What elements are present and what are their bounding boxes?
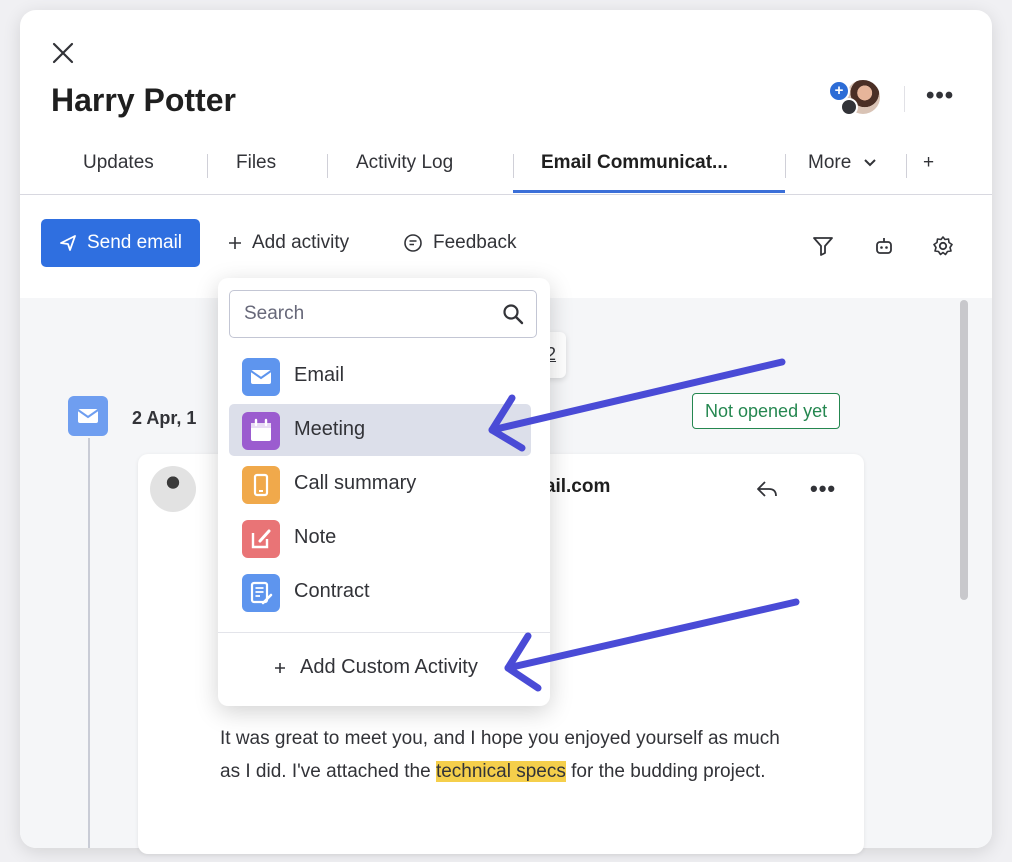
feedback-label: Feedback [433,232,517,253]
chevron-down-icon [863,159,876,167]
reply-icon[interactable] [755,478,779,500]
tab-separator [207,154,208,178]
paper-plane-icon [60,235,76,251]
chat-bubble-icon [404,234,422,252]
menu-item-contract[interactable]: Contract [229,566,531,618]
menu-item-label: Meeting [294,418,366,440]
timeline-line [88,438,90,848]
menu-item-email[interactable]: Email [229,350,531,402]
tab-separator [785,154,786,178]
highlighted-text: technical specs [435,761,566,782]
email-more-icon[interactable]: ••• [810,476,836,502]
menu-item-label: Contract [294,580,370,602]
header-divider [904,86,905,112]
tab-separator [513,154,514,178]
phone-icon [242,466,280,504]
tab-more-label: More [808,152,852,173]
calendar-icon [242,412,280,450]
gear-icon[interactable] [931,234,955,258]
more-horizontal-icon[interactable]: ••• [926,82,960,109]
page-title: Harry Potter [51,82,236,118]
search-box [229,290,537,338]
tab-files[interactable]: Files [236,152,276,174]
send-email-label: Send email [86,232,183,253]
email-activity-icon [68,396,108,436]
send-email-button[interactable]: Send email [41,219,200,267]
feedback-button[interactable]: Feedback [403,232,516,254]
close-icon[interactable] [50,40,76,66]
plus-icon [229,237,241,249]
add-custom-activity-button[interactable]: Add Custom Activity [274,656,478,679]
tab-separator [327,154,328,178]
tab-email-communication[interactable]: Email Communicat... [541,152,728,174]
email-body-text-end: for the budding project. [565,761,766,782]
email-body: It was great to meet you, and I hope you… [220,722,780,788]
plus-icon [275,662,285,673]
add-activity-label: Add activity [252,232,350,253]
add-activity-button[interactable]: Add activity [228,232,349,254]
search-input[interactable] [242,299,486,329]
robot-icon[interactable] [872,234,896,258]
subscribers-avatars[interactable]: + [828,76,882,116]
tab-updates[interactable]: Updates [83,152,154,174]
active-tab-indicator [513,190,785,193]
tab-more[interactable]: More [808,152,877,174]
add-activity-menu: Email Meeting Call summary Note Contract… [218,278,550,706]
scrollbar[interactable] [960,300,968,600]
envelope-icon [77,409,99,423]
sender-avatar [150,466,196,512]
filter-icon[interactable] [811,234,835,258]
menu-item-meeting[interactable]: Meeting [229,404,531,456]
add-tab-button[interactable]: + [923,152,934,174]
tab-activity-log[interactable]: Activity Log [356,152,453,174]
menu-item-label: Call summary [294,472,417,494]
menu-item-label: Email [294,364,345,386]
email-icon [242,358,280,396]
search-icon [503,304,524,325]
home-icon [840,98,858,116]
menu-item-call-summary[interactable]: Call summary [229,458,531,510]
menu-item-label: Note [294,526,337,548]
add-custom-activity-label: Add Custom Activity [300,656,478,678]
menu-item-note[interactable]: Note [229,512,531,564]
contract-icon [242,574,280,612]
activity-date: 2 Apr, 1 [132,408,197,428]
tab-bar: Updates Files Activity Log Email Communi… [20,138,992,195]
status-badge: Not opened yet [692,393,841,429]
menu-divider [218,632,550,633]
tab-separator [906,154,907,178]
note-icon [242,520,280,558]
